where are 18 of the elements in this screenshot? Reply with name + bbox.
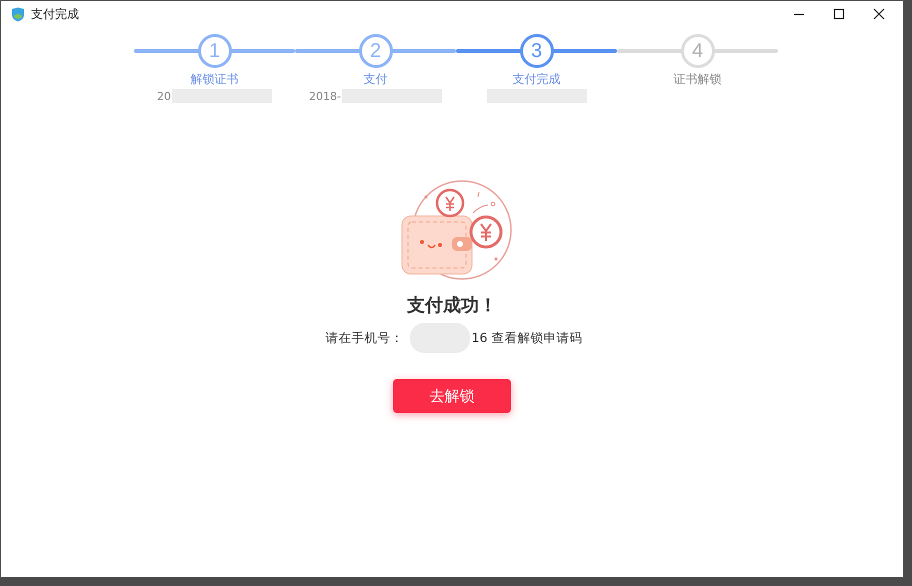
step-number: 3 [520, 34, 554, 68]
close-icon [873, 8, 885, 20]
step-date: 20 [157, 90, 171, 102]
phone-suffix-text: 16 查看解锁申请码 [472, 330, 582, 346]
unlock-button[interactable]: 去解锁 [393, 379, 511, 413]
shield-icon [11, 6, 25, 22]
step-date: 2018- [309, 90, 341, 102]
step-number: 1 [198, 34, 232, 68]
phone-prefix-text: 请在手机号： [326, 330, 404, 346]
step-number: 2 [358, 34, 392, 68]
step-label: 证书解锁 [674, 71, 722, 88]
window-title: 支付完成 [31, 6, 79, 22]
success-title: 支付成功！ [407, 294, 497, 317]
step-number: 4 [680, 34, 714, 68]
step-label: 支付 [364, 71, 388, 88]
step-label: 解锁证书 [190, 71, 238, 88]
maximize-icon [833, 8, 845, 20]
step-label: 支付完成 [512, 71, 560, 88]
